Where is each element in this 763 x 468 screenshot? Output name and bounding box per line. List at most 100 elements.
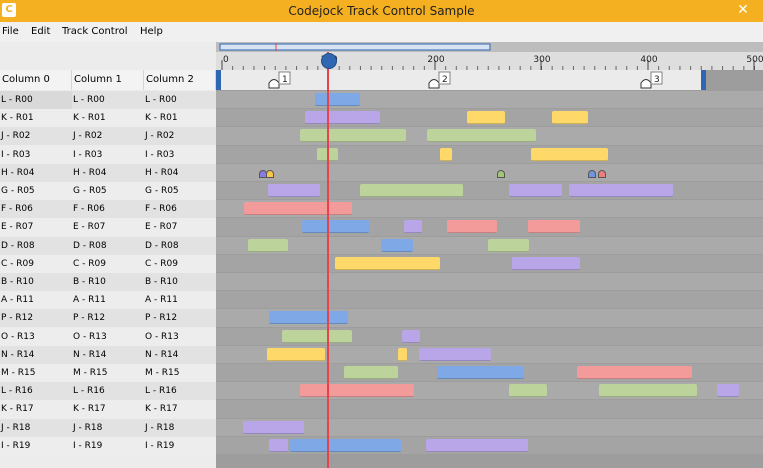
row-cell[interactable]: K - R01 — [0, 109, 72, 128]
range-end-handle[interactable] — [701, 70, 706, 90]
row-cell[interactable]: H - R04 — [0, 163, 72, 182]
row-cell[interactable]: N - R14 — [0, 345, 72, 364]
track-block-red[interactable] — [300, 384, 414, 398]
track-block-purple[interactable] — [402, 329, 420, 343]
track-block-blue[interactable] — [302, 220, 369, 234]
track-block-green[interactable] — [282, 329, 352, 343]
track-block-red[interactable] — [528, 220, 580, 234]
row-cell[interactable]: I - R19 — [72, 436, 144, 455]
track-block-green[interactable] — [300, 129, 406, 143]
row-cell[interactable]: J - R02 — [72, 127, 144, 146]
track-block-yellow[interactable] — [467, 111, 505, 125]
event-marker-icon[interactable] — [497, 169, 505, 178]
row-cell[interactable]: L - R00 — [72, 91, 144, 109]
track-block-blue[interactable] — [269, 311, 348, 325]
track-block-purple[interactable] — [569, 184, 673, 197]
row-cell[interactable]: I - R19 — [0, 436, 72, 455]
row-cell[interactable]: N - R14 — [144, 345, 216, 364]
row-cell[interactable]: A - R11 — [0, 291, 72, 310]
track-block-green[interactable] — [488, 238, 529, 252]
row-cell[interactable]: K - R01 — [144, 109, 216, 128]
row-cell[interactable]: L - R00 — [144, 91, 216, 109]
row-cell[interactable]: B - R10 — [144, 273, 216, 291]
track-marker-icon[interactable] — [640, 79, 652, 89]
row-cell[interactable]: J - R18 — [72, 418, 144, 437]
track-block-green[interactable] — [248, 238, 288, 252]
row-cell[interactable]: G - R05 — [144, 182, 216, 200]
track-marker-icon[interactable] — [428, 79, 440, 89]
track-block-red[interactable] — [447, 220, 497, 234]
row-cell[interactable]: K - R17 — [144, 400, 216, 419]
track-block-yellow[interactable] — [335, 256, 440, 270]
row-cell[interactable]: O - R13 — [144, 327, 216, 346]
row-cell[interactable]: L - R00 — [0, 91, 72, 109]
track-block-green[interactable] — [509, 384, 547, 398]
menu-file[interactable]: File — [2, 22, 19, 42]
row-cell[interactable]: K - R17 — [72, 400, 144, 419]
track-block-green[interactable] — [360, 184, 463, 197]
row-cell[interactable]: A - R11 — [144, 291, 216, 310]
overview-range[interactable] — [219, 43, 491, 51]
row-cell[interactable]: E - R07 — [72, 218, 144, 237]
row-cell[interactable]: O - R13 — [72, 327, 144, 346]
track-row[interactable] — [216, 291, 763, 309]
track-block-purple[interactable] — [717, 384, 739, 398]
track-block-green[interactable] — [427, 129, 536, 143]
track-block-purple[interactable] — [268, 184, 320, 197]
track-block-purple[interactable] — [305, 111, 380, 125]
track-row[interactable] — [216, 145, 763, 163]
range-start-handle[interactable] — [216, 70, 221, 90]
track-row[interactable] — [216, 400, 763, 418]
row-cell[interactable]: K - R17 — [0, 400, 72, 419]
track-block-yellow[interactable] — [552, 111, 588, 125]
row-cell[interactable]: D - R08 — [0, 236, 72, 255]
row-cell[interactable]: L - R16 — [144, 382, 216, 401]
track-block-yellow[interactable] — [531, 147, 608, 161]
row-cell[interactable]: M - R15 — [72, 364, 144, 382]
row-cell[interactable]: J - R18 — [0, 418, 72, 437]
row-cell[interactable]: F - R06 — [144, 200, 216, 219]
row-cell[interactable]: O - R13 — [0, 327, 72, 346]
track-block-purple[interactable] — [426, 438, 528, 452]
row-cell[interactable]: K - R01 — [72, 109, 144, 128]
row-cell[interactable]: N - R14 — [72, 345, 144, 364]
row-cell[interactable]: M - R15 — [144, 364, 216, 382]
track-block-yellow[interactable] — [267, 347, 325, 361]
row-cell[interactable]: E - R07 — [0, 218, 72, 237]
row-cell[interactable]: G - R05 — [72, 182, 144, 200]
track-row[interactable] — [216, 91, 763, 109]
row-cell[interactable]: I - R03 — [144, 145, 216, 164]
track-block-red[interactable] — [577, 366, 692, 379]
track-block-red[interactable] — [244, 202, 352, 216]
row-cell[interactable]: I - R19 — [144, 436, 216, 455]
menu-help[interactable]: Help — [140, 22, 163, 42]
track-block-purple[interactable] — [509, 184, 562, 197]
track-block-yellow[interactable] — [398, 347, 407, 361]
track-block-purple[interactable] — [419, 347, 491, 361]
event-marker-icon[interactable] — [266, 169, 274, 178]
playhead-handle[interactable] — [321, 53, 337, 69]
row-cell[interactable]: L - R16 — [72, 382, 144, 401]
column-header-1[interactable]: Column 1 — [72, 70, 144, 90]
event-marker-icon[interactable] — [588, 169, 596, 178]
track-marker-icon[interactable] — [268, 79, 280, 89]
row-cell[interactable]: P - R12 — [72, 309, 144, 328]
row-cell[interactable]: F - R06 — [72, 200, 144, 219]
row-cell[interactable]: C - R09 — [0, 254, 72, 273]
row-cell[interactable]: I - R03 — [0, 145, 72, 164]
track-block-blue[interactable] — [381, 238, 413, 252]
row-cell[interactable]: H - R04 — [72, 163, 144, 182]
track-row[interactable] — [216, 254, 763, 272]
row-cell[interactable]: I - R03 — [72, 145, 144, 164]
row-cell[interactable]: J - R18 — [144, 418, 216, 437]
row-cell[interactable]: M - R15 — [0, 364, 72, 382]
column-header-0[interactable]: Column 0 — [0, 70, 72, 90]
row-cell[interactable]: G - R05 — [0, 182, 72, 200]
track-block-green[interactable] — [599, 384, 697, 398]
event-marker-icon[interactable] — [598, 169, 606, 178]
row-cell[interactable]: A - R11 — [72, 291, 144, 310]
row-cell[interactable]: C - R09 — [144, 254, 216, 273]
row-cell[interactable]: B - R10 — [72, 273, 144, 291]
row-cell[interactable]: D - R08 — [144, 236, 216, 255]
row-cell[interactable]: E - R07 — [144, 218, 216, 237]
